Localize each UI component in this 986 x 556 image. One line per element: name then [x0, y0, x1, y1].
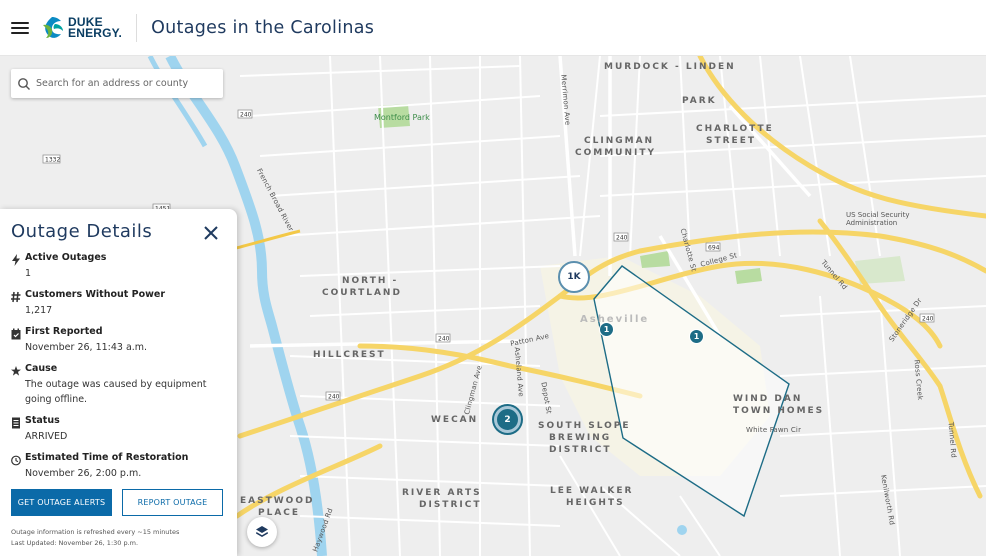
route-shield-240-e: 240 — [922, 316, 934, 323]
hamburger-menu-icon[interactable] — [9, 17, 31, 39]
neighborhood-label: WIND DAN — [733, 394, 803, 404]
layers-button[interactable] — [247, 517, 277, 547]
route-shield-1332: 1332 — [45, 157, 60, 164]
clock-icon — [11, 455, 21, 466]
detail-estimated-restoration: Estimated Time of Restoration November 2… — [11, 452, 226, 489]
neighborhood-label: SOUTH SLOPE — [538, 421, 631, 431]
close-icon[interactable] — [203, 225, 219, 241]
report-outage-button[interactable]: REPORT OUTAGE — [122, 489, 223, 516]
route-shield-694: 694 — [708, 245, 720, 252]
neighborhood-label: MURDOCK - LINDEN — [604, 62, 736, 72]
park-label: Montford Park — [374, 113, 430, 122]
search-icon — [18, 77, 30, 90]
neighborhood-label: COURTLAND — [322, 288, 402, 298]
get-outage-alerts-button[interactable]: GET OUTAGE ALERTS — [11, 489, 112, 516]
search-input[interactable] — [36, 78, 216, 89]
neighborhood-label: CHARLOTTE — [696, 124, 774, 134]
document-icon — [12, 417, 20, 429]
detail-label: Status — [25, 415, 60, 426]
panel-title: Outage Details — [11, 221, 153, 242]
detail-label: First Reported — [25, 326, 103, 337]
detail-active-outages: Active Outages 1 — [11, 252, 226, 289]
outage-cluster-1k[interactable]: 1K — [558, 261, 590, 293]
city-label: Asheville — [580, 314, 650, 325]
detail-label: Cause — [25, 363, 58, 374]
layers-icon — [256, 526, 268, 537]
neighborhood-label: CLINGMAN — [584, 136, 655, 146]
logo-line-2: ENERGY. — [68, 25, 123, 40]
street-label: White Fawn Cir — [746, 426, 802, 434]
route-shield-240-a: 240 — [240, 112, 252, 119]
detail-label: Estimated Time of Restoration — [25, 452, 189, 463]
outage-marker[interactable]: 1 — [599, 322, 614, 337]
refresh-note: Outage information is refreshed every ~1… — [11, 528, 180, 536]
logo-wordmark: DUKE ENERGY. — [68, 16, 123, 40]
panel-actions: GET OUTAGE ALERTS REPORT OUTAGE — [11, 489, 223, 516]
page-title: Outages in the Carolinas — [151, 17, 375, 38]
neighborhood-label: NORTH - — [342, 276, 399, 286]
neighborhood-label: BREWING — [549, 433, 612, 443]
neighborhood-label: RIVER ARTS — [402, 488, 482, 498]
hash-icon — [11, 291, 21, 303]
detail-customers-without-power: Customers Without Power 1,217 — [11, 289, 226, 326]
detail-label: Active Outages — [25, 252, 107, 263]
header-divider — [136, 13, 138, 42]
neighborhood-label: PARK — [682, 96, 717, 106]
detail-value: 1 — [25, 268, 32, 279]
duke-energy-logo-mark — [43, 16, 63, 38]
detail-value: The outage was caused by equipment going… — [25, 379, 207, 405]
star-icon — [11, 366, 21, 376]
neighborhood-label: WECAN — [431, 415, 479, 425]
duke-energy-logo[interactable]: DUKE ENERGY. — [39, 8, 122, 48]
detail-status: Status ARRIVED — [11, 415, 226, 452]
neighborhood-label: EASTWOOD — [240, 496, 315, 506]
detail-value: November 26, 11:43 a.m. — [25, 342, 148, 353]
route-shield-240-c: 240 — [438, 336, 450, 343]
neighborhood-label: COMMUNITY — [575, 148, 657, 158]
poi-label: US Social Security Administration — [846, 211, 910, 227]
calendar-icon — [11, 328, 21, 340]
detail-value: 1,217 — [25, 305, 53, 316]
refresh-footnote: Outage information is refreshed every ~1… — [11, 527, 179, 549]
neighborhood-label: DISTRICT — [549, 445, 612, 455]
last-updated: Last Updated: November 26, 1:30 p.m. — [11, 539, 139, 547]
detail-cause: Cause The outage was caused by equipment… — [11, 363, 226, 415]
neighborhood-label: STREET — [706, 136, 756, 146]
detail-value: ARRIVED — [25, 431, 68, 442]
app-header: DUKE ENERGY. Outages in the Carolinas — [0, 0, 986, 56]
route-shield-240-d: 240 — [328, 394, 340, 401]
neighborhood-label: HILLCREST — [313, 350, 386, 360]
outage-cluster-2[interactable]: 2 — [494, 406, 521, 433]
neighborhood-label: LEE WALKER — [550, 486, 634, 496]
detail-value: November 26, 2:00 p.m. — [25, 468, 142, 479]
detail-first-reported: First Reported November 26, 11:43 a.m. — [11, 326, 226, 363]
outage-marker[interactable]: 1 — [689, 329, 704, 344]
neighborhood-label: DISTRICT — [419, 500, 482, 510]
outage-details-panel: Outage Details Active Outages 1 Customer… — [0, 209, 237, 556]
address-search[interactable] — [11, 69, 223, 98]
lightning-icon — [12, 254, 20, 266]
route-shield-240-b: 240 — [616, 235, 628, 242]
neighborhood-label: HEIGHTS — [566, 498, 625, 508]
neighborhood-label: TOWN HOMES — [733, 406, 825, 416]
detail-label: Customers Without Power — [25, 289, 166, 300]
